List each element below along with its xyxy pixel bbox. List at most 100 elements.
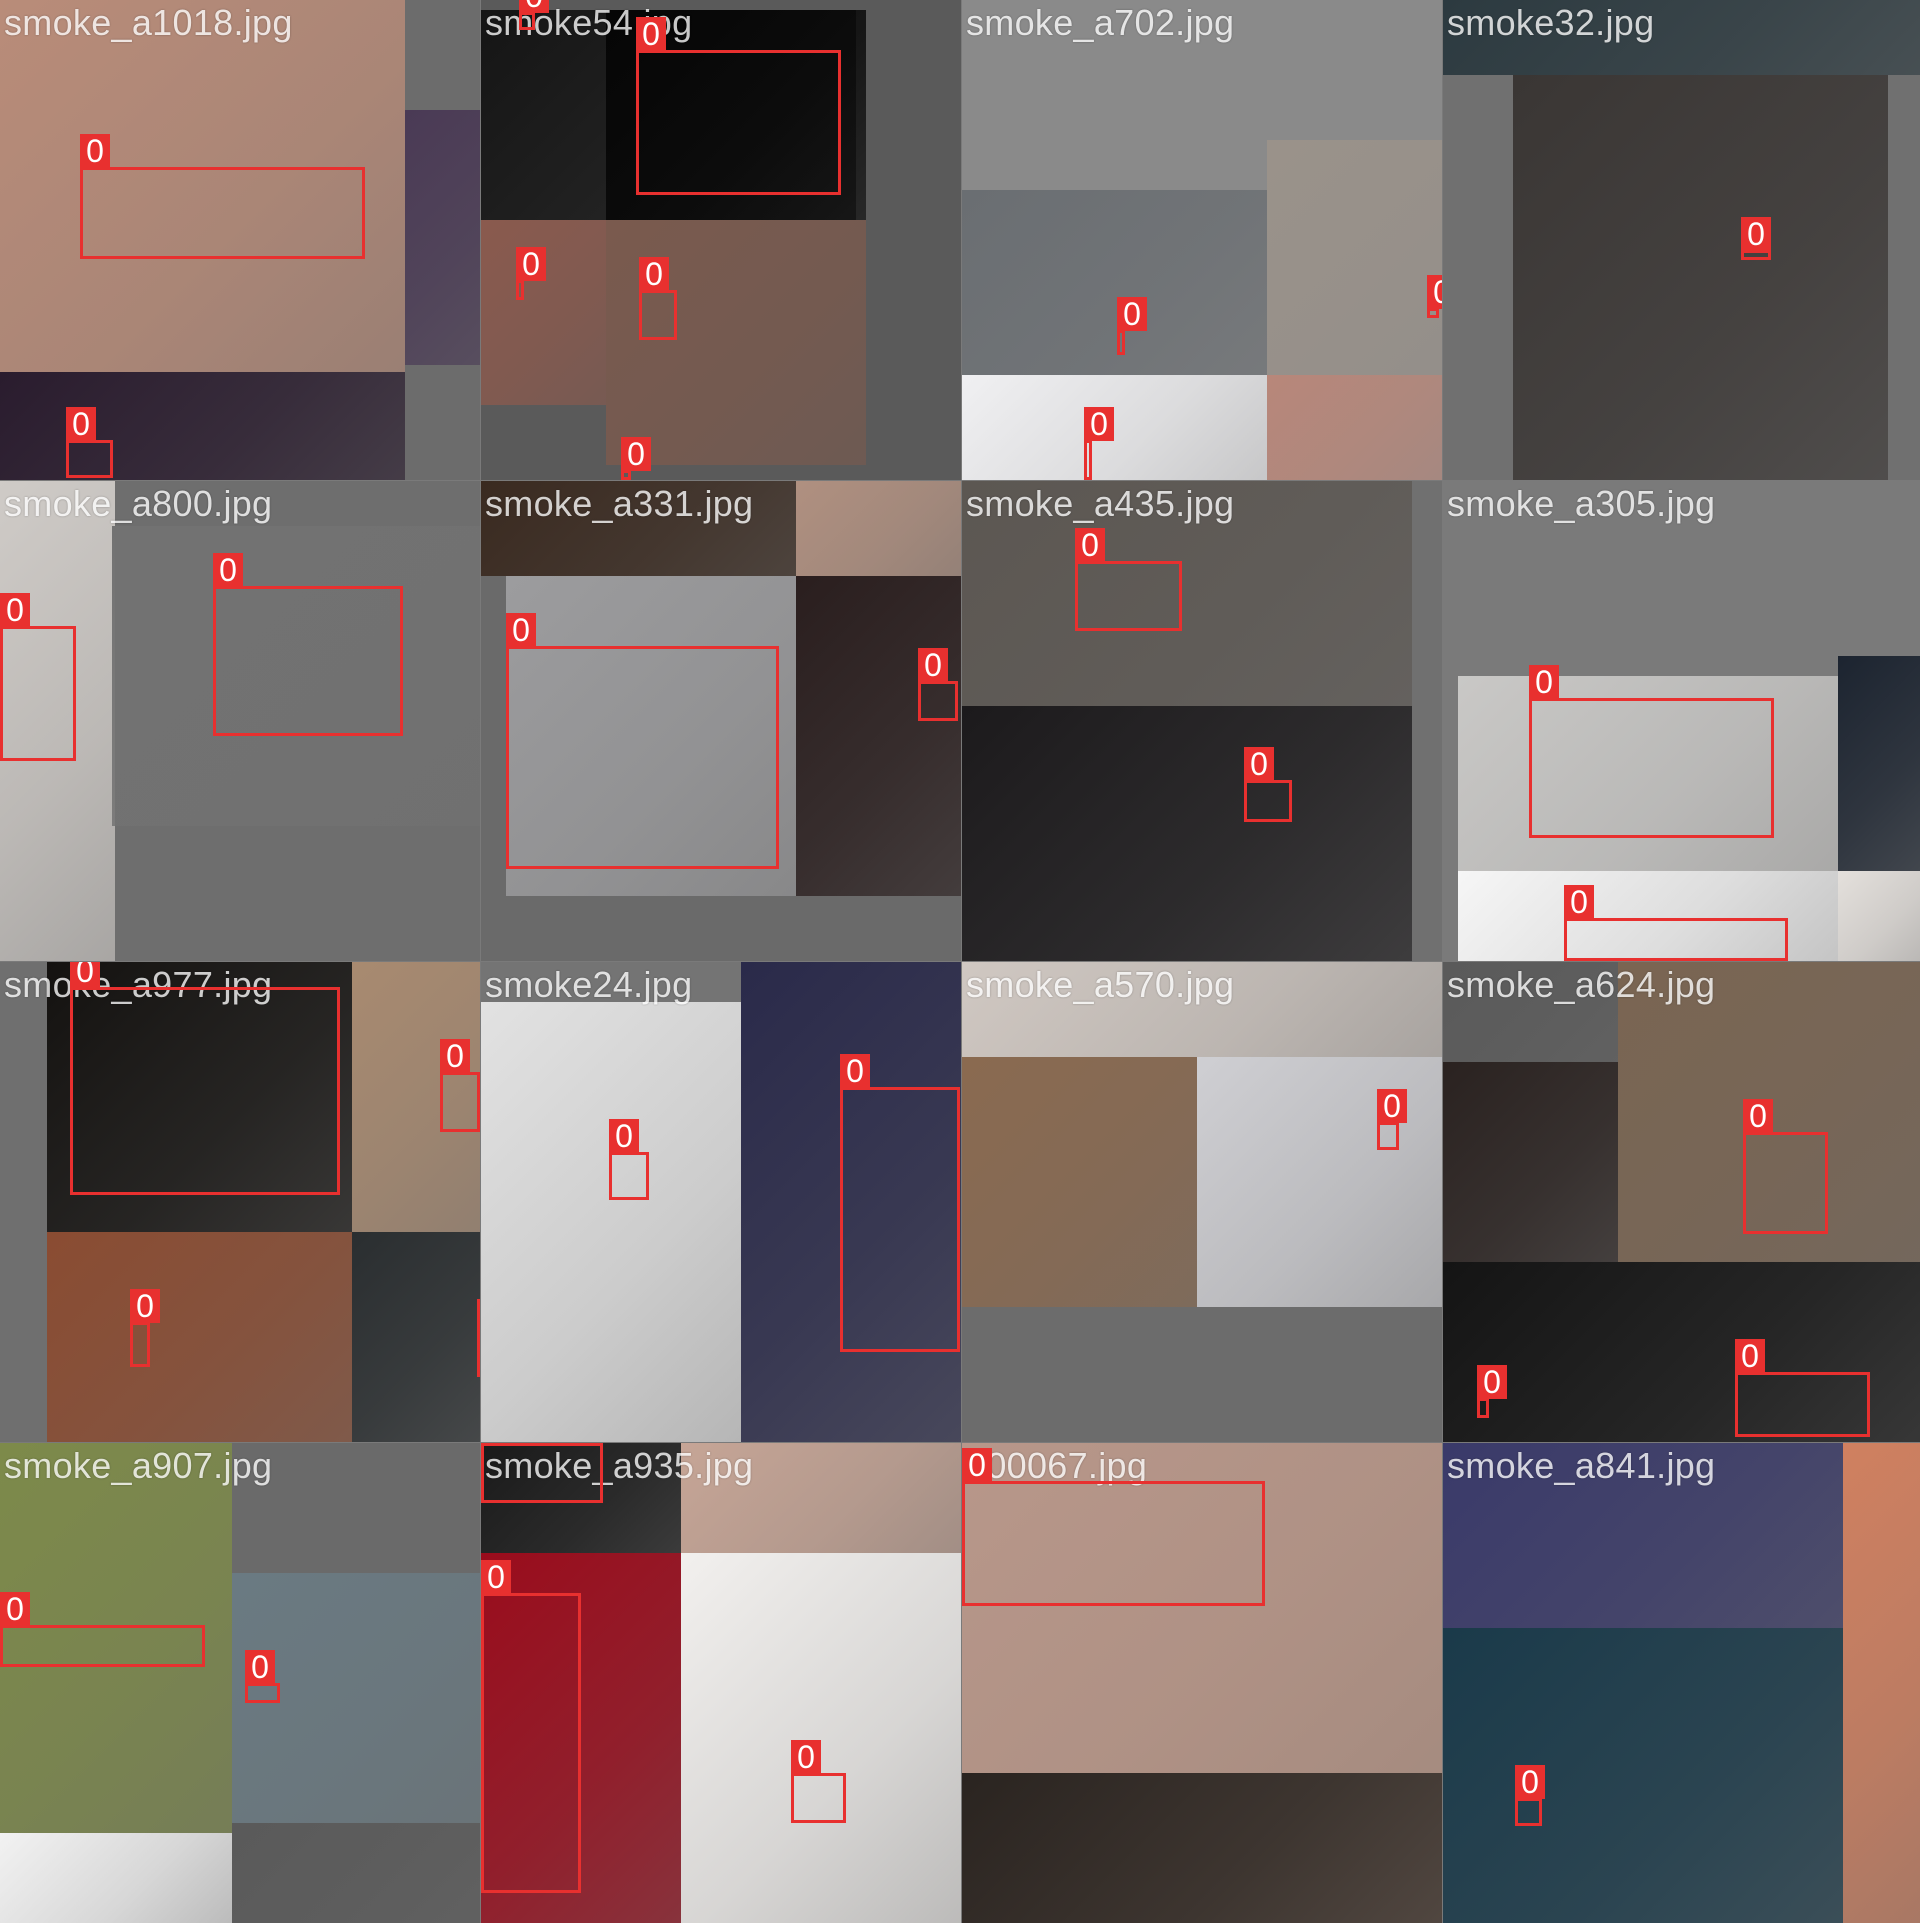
photo-patch (481, 1002, 741, 1442)
photo-patch (1843, 1443, 1920, 1923)
photo-patch (0, 1833, 232, 1923)
detection-box: 0 (1564, 885, 1788, 961)
mosaic-tile: 000067.jpg 0 (962, 1443, 1442, 1923)
detection-box: 0 (70, 962, 340, 1195)
photo-patch (352, 1232, 480, 1442)
class-label: 0 (506, 613, 536, 647)
detection-box: 0 (1377, 1089, 1407, 1150)
detection-box: 0 (639, 257, 677, 340)
tile-filename: smoke_a702.jpg (966, 2, 1235, 43)
tile-filename: smoke_a305.jpg (1447, 483, 1716, 524)
detection-box: 0 (1529, 665, 1774, 838)
class-label: 0 (1427, 275, 1442, 309)
class-label: 0 (918, 648, 948, 682)
photo-patch (405, 110, 480, 365)
tile-filename: smoke_a800.jpg (4, 483, 273, 524)
mosaic-tile: smoke_a702.jpg 0 0 0 (962, 0, 1442, 480)
tile-filename: smoke24.jpg (485, 964, 693, 1005)
tile-filename: smoke_a624.jpg (1447, 964, 1716, 1005)
class-label: 0 (245, 1650, 275, 1684)
detection-box: 0 (519, 0, 549, 30)
mosaic-grid: smoke_a1018.jpg00smoke54.jpg00000smoke_a… (0, 0, 1920, 1923)
class-label: 0 (1735, 1339, 1765, 1373)
photo-patch (962, 190, 1267, 375)
class-label: 0 (1515, 1765, 1545, 1799)
tile-filename: smoke_a435.jpg (966, 483, 1235, 524)
detection-box: 0 (962, 1448, 1265, 1606)
detection-box: 0 (1477, 1365, 1507, 1418)
detection-box: 0 (477, 1299, 480, 1377)
class-label: 0 (791, 1740, 821, 1774)
class-label: 0 (1743, 1099, 1773, 1133)
detection-box: 0 (130, 1289, 160, 1367)
class-label: 0 (962, 1448, 992, 1482)
detection-box: 0 (481, 1560, 581, 1893)
detection-box: 0 (1515, 1765, 1545, 1826)
class-label: 0 (621, 437, 651, 471)
detection-box: 0 (1075, 528, 1182, 631)
photo-patch (796, 576, 961, 896)
photo-patch (1838, 656, 1920, 871)
detection-box: 0 (516, 247, 546, 300)
detection-box: 0 (609, 1119, 649, 1200)
mosaic-tile: smoke_a1018.jpg 0 0 (0, 0, 480, 480)
detection-box: 0 (481, 1443, 603, 1503)
class-label: 0 (1477, 1365, 1507, 1399)
class-label: 0 (1117, 297, 1147, 331)
detection-box: 0 (636, 17, 841, 195)
class-label: 0 (1377, 1089, 1407, 1123)
mosaic-tile: smoke54.jpg00000 (481, 0, 961, 480)
photo-patch (1443, 1062, 1618, 1262)
class-label: 0 (636, 17, 666, 51)
class-label: 0 (1244, 747, 1274, 781)
detection-box: 0 (213, 553, 403, 736)
mosaic-tile: smoke32.jpg 0 (1443, 0, 1920, 480)
photo-patch (1443, 1628, 1843, 1923)
tile-filename: smoke_a841.jpg (1447, 1445, 1716, 1486)
tile-filename: smoke_a1018.jpg (4, 2, 293, 43)
mosaic-tile: smoke_a624.jpg 0 0 0 (1443, 962, 1920, 1442)
class-label: 0 (1741, 217, 1771, 251)
detection-box: 0 (506, 613, 779, 869)
detection-box: 0 (840, 1054, 960, 1352)
tile-filename: smoke32.jpg (1447, 2, 1655, 43)
detection-box: 0 (0, 593, 76, 761)
photo-patch (1513, 75, 1888, 480)
mosaic-tile: smoke_a907.jpg 0 0 (0, 1443, 480, 1923)
class-label: 0 (1564, 885, 1594, 919)
mosaic-tile: smoke_a935.jpg000 (481, 1443, 961, 1923)
detection-box: 0 (0, 1592, 205, 1667)
mosaic-tile: smoke_a800.jpg 0 0 (0, 481, 480, 961)
mosaic-tile: smoke_a841.jpg 0 (1443, 1443, 1920, 1923)
class-label: 0 (440, 1039, 470, 1073)
detection-box: 0 (791, 1740, 846, 1823)
detection-box: 0 (621, 437, 651, 480)
class-label: 0 (481, 1560, 511, 1594)
photo-patch (1267, 140, 1442, 375)
class-label: 0 (1084, 407, 1114, 441)
mosaic-tile: smoke_a570.jpg 0 (962, 962, 1442, 1442)
detection-box: 0 (245, 1650, 280, 1703)
class-label: 0 (70, 962, 100, 988)
tile-filename: smoke_a570.jpg (966, 964, 1235, 1005)
class-label: 0 (80, 134, 110, 168)
detection-box: 0 (440, 1039, 480, 1132)
detection-box: 0 (1427, 275, 1442, 318)
detection-box: 0 (1735, 1339, 1870, 1437)
detection-box: 0 (80, 134, 365, 259)
class-label: 0 (840, 1054, 870, 1088)
mosaic-tile: smoke_a331.jpg 0 0 (481, 481, 961, 961)
class-label: 0 (130, 1289, 160, 1323)
photo-patch (796, 481, 961, 576)
photo-patch (47, 1232, 352, 1442)
mosaic-tile: smoke24.jpg 0 0 (481, 962, 961, 1442)
detection-box: 0 (1244, 747, 1292, 822)
photo-patch (1267, 375, 1442, 480)
tile-filename: smoke_a907.jpg (4, 1445, 273, 1486)
detection-box: 0 (1741, 217, 1771, 260)
class-label: 0 (516, 247, 546, 281)
class-label: 0 (66, 407, 96, 441)
class-label: 0 (481, 1443, 511, 1444)
class-label: 0 (213, 553, 243, 587)
class-label: 0 (1529, 665, 1559, 699)
